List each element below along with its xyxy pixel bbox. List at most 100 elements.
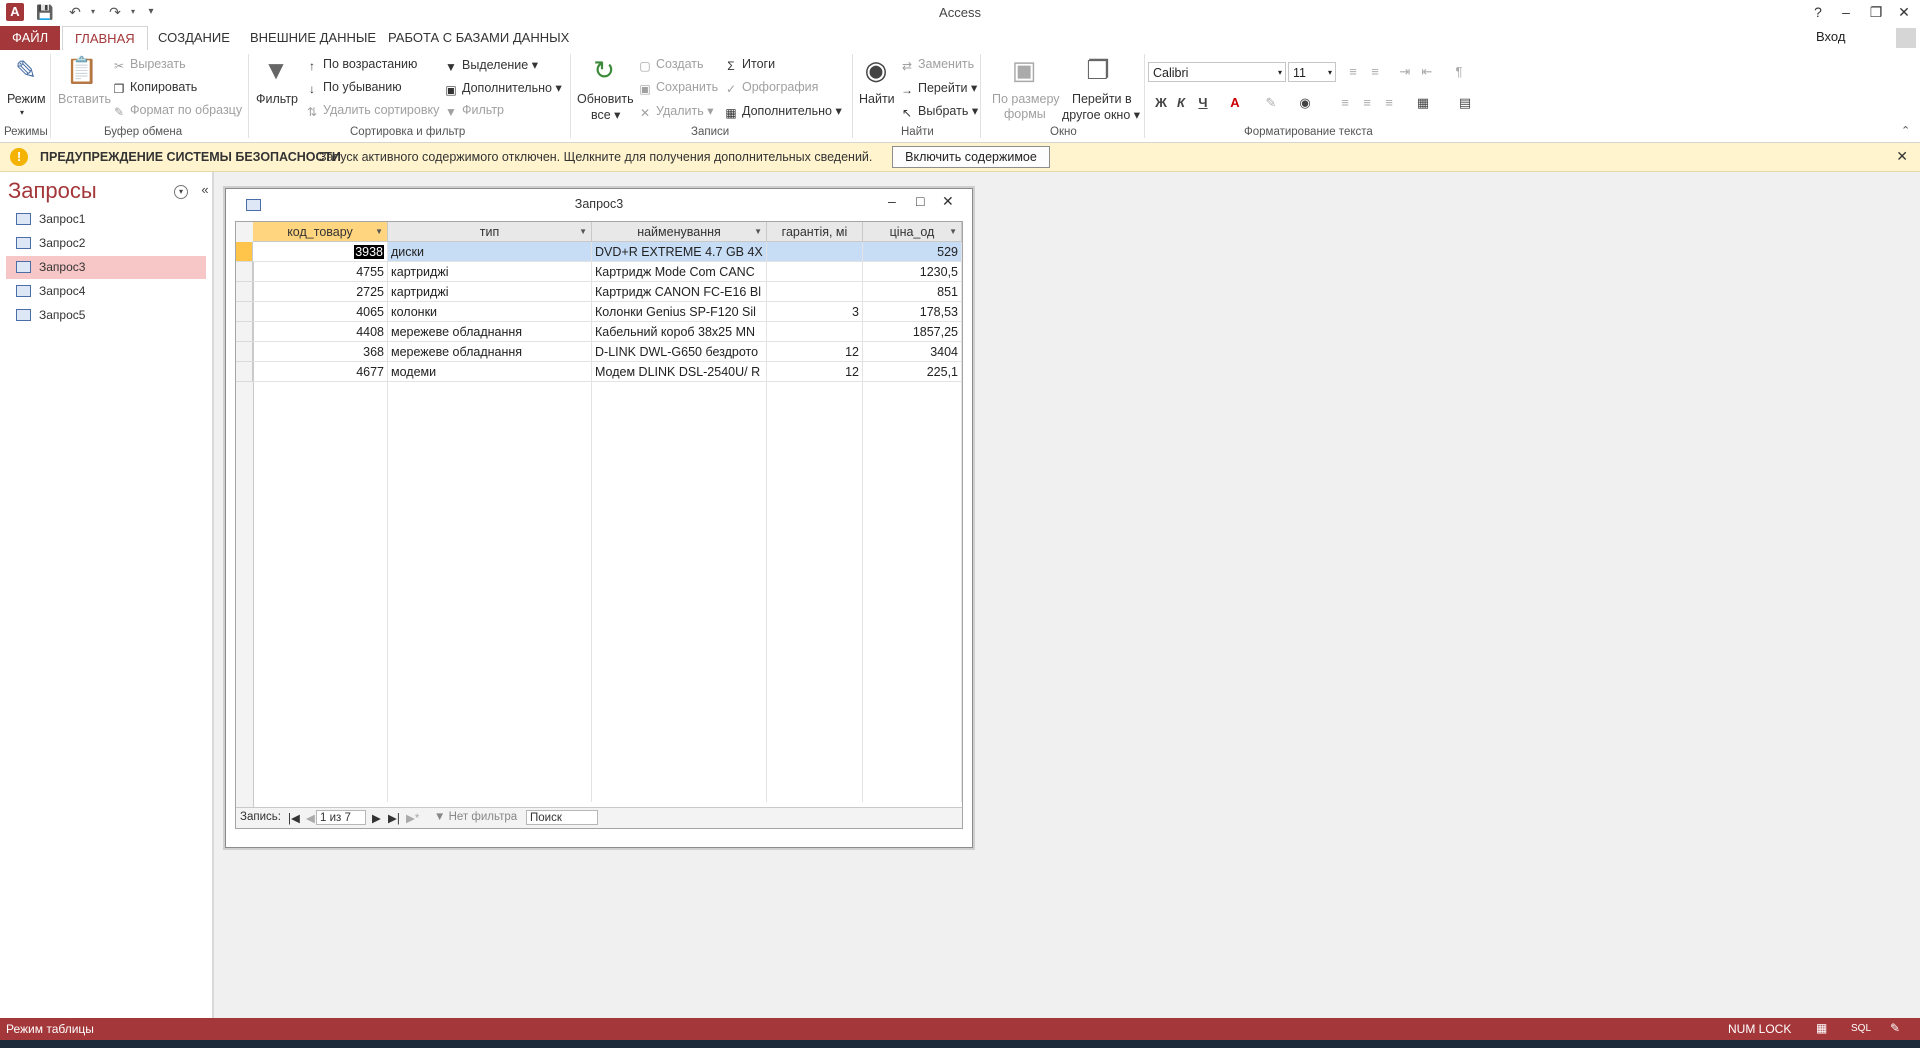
table-row[interactable]: 4408 мережеве обладнання Кабельний короб 3… bbox=[236, 322, 962, 342]
font-name-select[interactable]: Calibri ▾ bbox=[1148, 62, 1286, 82]
table-cell[interactable]: 2725 bbox=[253, 282, 388, 302]
table-cell[interactable] bbox=[767, 322, 863, 342]
record-selector[interactable] bbox=[236, 242, 253, 262]
table-row[interactable]: 4677 модеми Модем DLINK DSL-2540U/ R 12 225,… bbox=[236, 362, 962, 382]
refresh-all-button[interactable]: Обновить bbox=[577, 92, 634, 106]
enable-content-button[interactable]: Включить содержимое bbox=[892, 146, 1050, 168]
table-cell[interactable]: 3404 bbox=[863, 342, 962, 362]
table-cell[interactable]: диски bbox=[388, 242, 592, 262]
chevron-down-icon[interactable]: ▾ bbox=[174, 185, 188, 199]
switch-windows-button-line2[interactable]: другое окно ▾ bbox=[1062, 107, 1140, 122]
view-mode-button[interactable]: Режим bbox=[7, 92, 46, 106]
refresh-all-button-line2[interactable]: все ▾ bbox=[591, 107, 620, 122]
table-cell[interactable]: Кабельний короб 38x25 MN bbox=[592, 322, 767, 342]
table-cell[interactable]: Колонки Genius SP-F120 Sil bbox=[592, 302, 767, 322]
replace-button[interactable]: ⇄ Заменить bbox=[900, 57, 974, 73]
filter-button[interactable]: Фильтр bbox=[256, 92, 298, 106]
table-cell[interactable]: 4408 bbox=[253, 322, 388, 342]
table-cell[interactable]: 178,53 bbox=[863, 302, 962, 322]
table-cell[interactable] bbox=[767, 242, 863, 262]
help-icon[interactable]: ? bbox=[1804, 2, 1832, 22]
prev-record-icon[interactable]: ◀ bbox=[306, 811, 315, 825]
align-right-icon[interactable]: ≡ bbox=[1380, 94, 1398, 112]
record-selector[interactable] bbox=[236, 322, 253, 342]
nav-item-query[interactable]: Запрос1 bbox=[6, 208, 206, 231]
avatar-icon[interactable] bbox=[1896, 28, 1916, 48]
column-dropdown-icon[interactable]: ▼ bbox=[754, 222, 762, 241]
format-painter-button[interactable]: ✎ Формат по образцу bbox=[112, 103, 242, 119]
record-selector[interactable] bbox=[236, 362, 253, 382]
record-selector[interactable] bbox=[236, 342, 253, 362]
filter-status[interactable]: ▼ Нет фильтра bbox=[434, 811, 517, 823]
table-cell[interactable]: 851 bbox=[863, 282, 962, 302]
align-left-icon[interactable]: ≡ bbox=[1336, 94, 1354, 112]
table-cell[interactable]: 3 bbox=[767, 302, 863, 322]
selection-button[interactable]: ▼ Выделение ▾ bbox=[444, 57, 538, 74]
sign-in-link[interactable]: Вход bbox=[1816, 29, 1845, 44]
record-selector[interactable] bbox=[236, 302, 253, 322]
find-button[interactable]: Найти bbox=[859, 92, 895, 106]
save-record-button[interactable]: ▣ Сохранить bbox=[638, 80, 718, 96]
table-cell[interactable]: 1857,25 bbox=[863, 322, 962, 342]
tab-file[interactable]: ФАЙЛ bbox=[0, 26, 60, 50]
italic-button[interactable]: К bbox=[1172, 94, 1190, 112]
table-cell[interactable]: мережеве обладнання bbox=[388, 322, 592, 342]
table-cell[interactable]: 4677 bbox=[253, 362, 388, 382]
table-cell[interactable]: 12 bbox=[767, 342, 863, 362]
close-icon[interactable]: ✕ bbox=[942, 193, 954, 210]
search-input[interactable]: Поиск bbox=[526, 810, 598, 825]
minimize-icon[interactable]: – bbox=[1832, 2, 1860, 22]
tab-home[interactable]: ГЛАВНАЯ bbox=[62, 26, 148, 52]
column-dropdown-icon[interactable]: ▼ bbox=[949, 222, 957, 241]
table-cell[interactable]: картриджі bbox=[388, 282, 592, 302]
tab-external-data[interactable]: ВНЕШНИЕ ДАННЫЕ bbox=[238, 26, 388, 50]
nav-item-query[interactable]: Запрос3 bbox=[6, 256, 206, 279]
sort-ascending-button[interactable]: ↑ По возрастанию bbox=[305, 57, 417, 73]
record-selector[interactable] bbox=[236, 282, 253, 302]
table-cell[interactable]: 4065 bbox=[253, 302, 388, 322]
more-records-button[interactable]: ▦ Дополнительно ▾ bbox=[724, 103, 841, 120]
advanced-filter-button[interactable]: ▣ Дополнительно ▾ bbox=[444, 80, 561, 97]
indent-decrease-icon[interactable]: ⇤ bbox=[1418, 63, 1436, 81]
table-cell[interactable]: 1230,5 bbox=[863, 262, 962, 282]
nav-item-query[interactable]: Запрос4 bbox=[6, 280, 206, 303]
binoculars-icon[interactable]: ◉ bbox=[858, 54, 894, 86]
table-cell[interactable]: 12 bbox=[767, 362, 863, 382]
table-cell[interactable]: 225,1 bbox=[863, 362, 962, 382]
table-row[interactable]: 3938 диски DVD+R EXTREME 4.7 GB 4X S 529 bbox=[236, 242, 962, 262]
column-header[interactable]: найменування ▼ bbox=[592, 222, 767, 242]
table-cell[interactable]: колонки bbox=[388, 302, 592, 322]
tab-database-tools[interactable]: РАБОТА С БАЗАМИ ДАННЫХ bbox=[376, 26, 581, 50]
table-cell[interactable]: картриджі bbox=[388, 262, 592, 282]
table-cell[interactable]: Картридж Mode Com CANC bbox=[592, 262, 767, 282]
table-cell[interactable]: D-LINK DWL-G650 бездрото bbox=[592, 342, 767, 362]
table-cell[interactable]: 368 bbox=[253, 342, 388, 362]
new-record-icon[interactable]: ▶* bbox=[406, 811, 419, 825]
last-record-icon[interactable]: ▶| bbox=[388, 811, 400, 825]
gridlines-icon[interactable]: ▦ bbox=[1414, 94, 1432, 112]
indent-increase-icon[interactable]: ⇥ bbox=[1396, 63, 1414, 81]
refresh-icon[interactable]: ↻ bbox=[586, 54, 622, 86]
record-position-input[interactable]: 1 из 7 bbox=[316, 810, 366, 825]
spelling-button[interactable]: ✓ Орфография bbox=[724, 80, 818, 96]
alternate-row-icon[interactable]: ▤ bbox=[1456, 94, 1474, 112]
filter-icon[interactable]: ▼ bbox=[258, 54, 294, 86]
font-color-icon[interactable]: A bbox=[1226, 94, 1244, 112]
table-row[interactable]: 2725 картриджі Картридж CANON FC-E16 Bl 851 bbox=[236, 282, 962, 302]
record-selector[interactable] bbox=[236, 262, 253, 282]
bullets-icon[interactable]: ≡ bbox=[1344, 63, 1362, 81]
maximize-icon[interactable]: □ bbox=[916, 193, 924, 209]
table-cell[interactable]: DVD+R EXTREME 4.7 GB 4X S bbox=[592, 242, 767, 262]
delete-record-button[interactable]: ✕ Удалить ▾ bbox=[638, 103, 714, 120]
table-cell[interactable] bbox=[767, 262, 863, 282]
cut-button[interactable]: ✂ Вырезать bbox=[112, 57, 186, 73]
table-row[interactable]: 4755 картриджі Картридж Mode Com CANC 1230,… bbox=[236, 262, 962, 282]
tab-create[interactable]: СОЗДАНИЕ bbox=[146, 26, 242, 50]
chevron-down-icon[interactable]: ▾ bbox=[20, 108, 24, 117]
table-row[interactable]: 368 мережеве обладнання D-LINK DWL-G650 бе… bbox=[236, 342, 962, 362]
table-cell[interactable]: 4755 bbox=[253, 262, 388, 282]
totals-button[interactable]: Σ Итоги bbox=[724, 57, 775, 73]
view-mode-icon[interactable]: ✎ bbox=[8, 54, 44, 86]
underline-button[interactable]: Ч bbox=[1194, 94, 1212, 112]
column-header[interactable]: тип ▼ bbox=[388, 222, 592, 242]
